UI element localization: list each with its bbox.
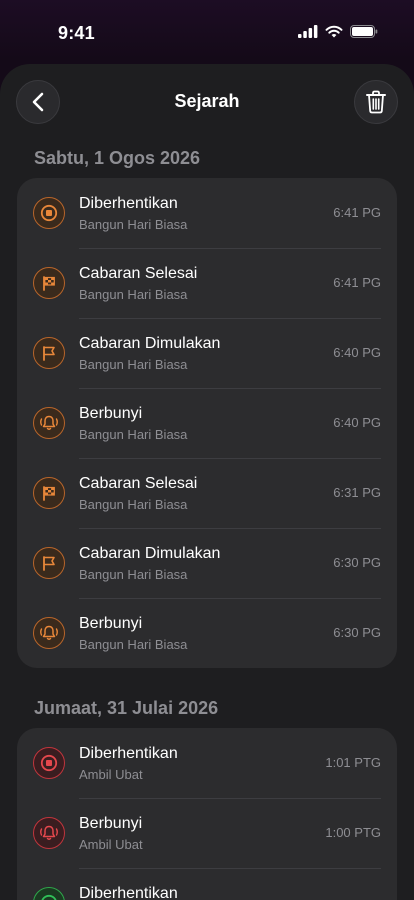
checkered-flag-icon xyxy=(33,477,65,509)
history-row[interactable]: Cabaran Selesai Bangun Hari Biasa 6:41 PG xyxy=(17,248,397,318)
row-subtitle: Bangun Hari Biasa xyxy=(79,287,188,302)
row-time: 6:30 PG xyxy=(333,625,381,640)
ringing-bell-icon xyxy=(33,407,65,439)
row-title: Diberhentikan xyxy=(79,745,178,762)
status-time: 9:41 xyxy=(58,23,95,43)
row-title: Cabaran Dimulakan xyxy=(79,335,221,352)
ringing-bell-icon xyxy=(33,617,65,649)
row-subtitle: Bangun Hari Biasa xyxy=(79,497,188,512)
row-subtitle: Bangun Hari Biasa xyxy=(79,567,188,582)
row-title: Berbunyi xyxy=(79,615,143,632)
history-row[interactable]: Berbunyi Bangun Hari Biasa 6:40 PG xyxy=(17,388,397,458)
history-row[interactable]: Diberhentikan Ambil Ubat 1:01 PTG xyxy=(17,728,397,798)
stop-icon xyxy=(33,887,65,900)
row-subtitle: Bangun Hari Biasa xyxy=(79,637,188,652)
history-row[interactable]: Berbunyi Ambil Ubat 1:00 PTG xyxy=(17,798,397,868)
history-list: Sabtu, 1 Ogos 2026 Diberhentikan Bangun H… xyxy=(0,144,414,900)
battery-icon xyxy=(350,25,378,38)
row-subtitle: Ambil Ubat xyxy=(79,837,143,852)
flag-icon xyxy=(33,547,65,579)
delete-history-button[interactable] xyxy=(354,80,398,124)
history-row[interactable]: Cabaran Selesai Bangun Hari Biasa 6:31 PG xyxy=(17,458,397,528)
history-row[interactable]: Diberhentikan Bangun Hari Biasa 6:41 PG xyxy=(17,178,397,248)
history-card: Diberhentikan Ambil Ubat 1:01 PTG Berbunyi… xyxy=(17,728,397,900)
history-screen: 9:41 Sejarah Sabtu, 1 Ogos 2026 Diberhen… xyxy=(0,0,414,900)
status-icons xyxy=(298,25,378,38)
history-row[interactable]: Berbunyi Bangun Hari Biasa 6:30 PG xyxy=(17,598,397,668)
stop-icon xyxy=(33,197,65,229)
wifi-icon xyxy=(325,25,343,38)
row-time: 6:40 PG xyxy=(333,415,381,430)
section-date-header: Jumaat, 31 Julai 2026 xyxy=(34,698,219,718)
row-title: Diberhentikan xyxy=(79,885,178,900)
row-time: 6:31 PG xyxy=(333,485,381,500)
row-title: Cabaran Selesai xyxy=(79,475,198,492)
row-time: 6:41 PG xyxy=(333,205,381,220)
row-title: Diberhentikan xyxy=(79,195,178,212)
status-bar: 9:41 xyxy=(0,0,414,64)
row-title: Cabaran Dimulakan xyxy=(79,545,221,562)
row-time: 1:01 PTG xyxy=(325,755,381,770)
ringing-bell-icon xyxy=(33,817,65,849)
trash-icon xyxy=(366,90,386,114)
row-subtitle: Ambil Ubat xyxy=(79,767,143,782)
row-subtitle: Bangun Hari Biasa xyxy=(79,357,188,372)
row-title: Berbunyi xyxy=(79,815,143,832)
row-title: Berbunyi xyxy=(79,405,143,422)
row-subtitle: Bangun Hari Biasa xyxy=(79,427,188,442)
history-sheet: Sejarah Sabtu, 1 Ogos 2026 Diberhentikan… xyxy=(0,64,414,900)
history-card: Diberhentikan Bangun Hari Biasa 6:41 PG Ca… xyxy=(17,178,397,668)
flag-icon xyxy=(33,337,65,369)
row-title: Cabaran Selesai xyxy=(79,265,198,282)
cellular-signal-icon xyxy=(298,25,318,38)
page-title: Sejarah xyxy=(174,91,240,111)
row-time: 6:30 PG xyxy=(333,555,381,570)
row-time: 1:00 PTG xyxy=(325,825,381,840)
history-row[interactable]: Cabaran Dimulakan Bangun Hari Biasa 6:40 P… xyxy=(17,318,397,388)
history-row[interactable]: Cabaran Dimulakan Bangun Hari Biasa 6:30 P… xyxy=(17,528,397,598)
row-time: 6:40 PG xyxy=(333,345,381,360)
row-time: 6:41 PG xyxy=(333,275,381,290)
section-date-header: Sabtu, 1 Ogos 2026 xyxy=(34,148,201,168)
checkered-flag-icon xyxy=(33,267,65,299)
nav-bar: Sejarah xyxy=(0,64,414,144)
stop-icon xyxy=(33,747,65,779)
history-row[interactable]: Diberhentikan xyxy=(17,868,397,900)
row-subtitle: Bangun Hari Biasa xyxy=(79,217,188,232)
